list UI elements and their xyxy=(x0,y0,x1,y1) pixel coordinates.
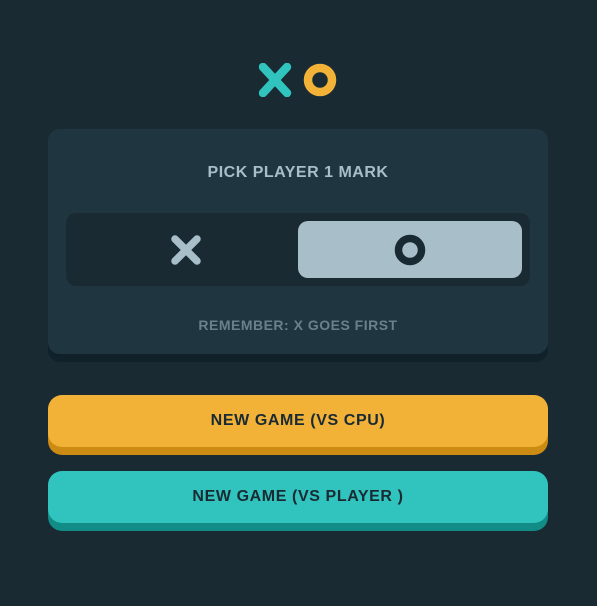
app-logo xyxy=(259,63,339,97)
mark-option-o[interactable] xyxy=(298,221,522,278)
first-move-note: REMEMBER: X GOES FIRST xyxy=(198,317,398,333)
logo-graphic xyxy=(259,63,337,97)
mark-option-x[interactable] xyxy=(74,221,298,278)
o-mark-icon xyxy=(394,234,426,265)
new-game-vs-cpu-button[interactable]: NEW GAME (VS CPU) xyxy=(48,395,548,447)
logo-x-icon xyxy=(259,63,292,97)
logo-o-icon xyxy=(303,63,337,97)
mark-toggle xyxy=(66,213,530,286)
mark-picker-card: PICK PLAYER 1 MARK REMEMBER: X GOES FIRS… xyxy=(48,129,548,354)
mark-picker-title: PICK PLAYER 1 MARK xyxy=(207,164,389,181)
new-game-vs-player-button[interactable]: NEW GAME (VS PLAYER ) xyxy=(48,471,548,523)
x-mark-icon xyxy=(171,234,201,265)
